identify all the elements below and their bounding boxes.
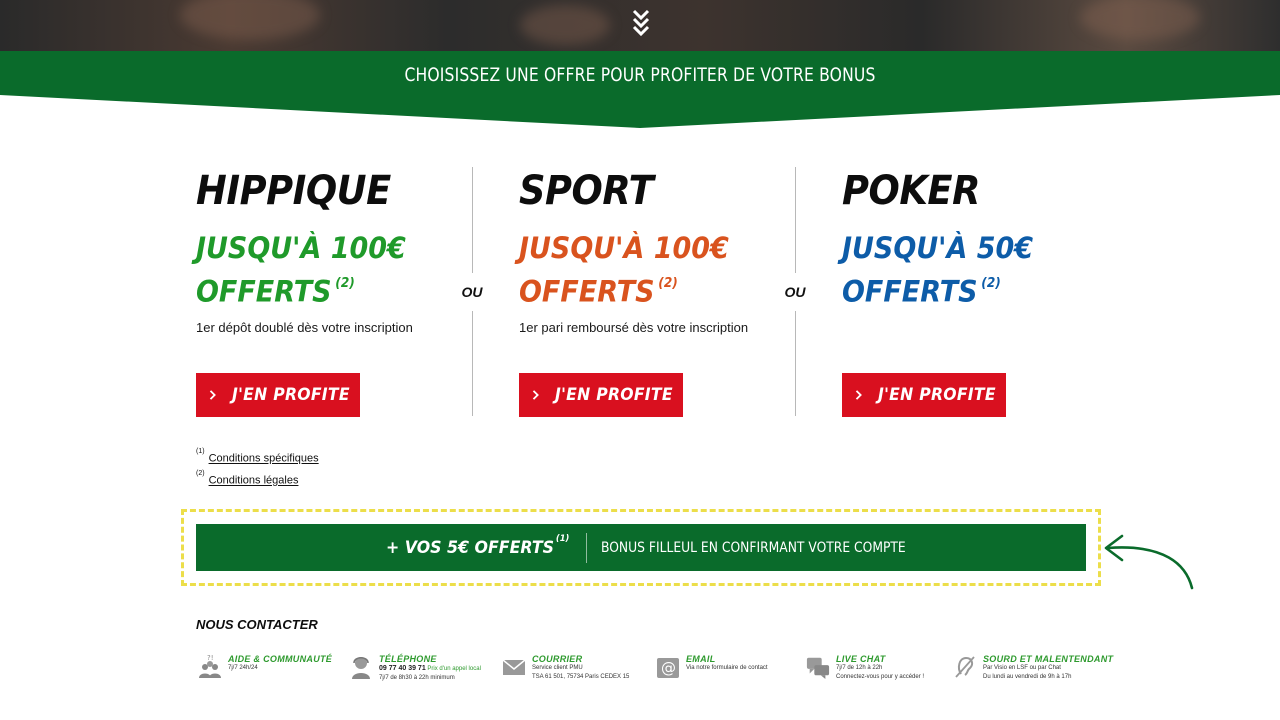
contact-aide-communaute[interactable]: ?! AIDE & COMMUNAUTÉ 7j/7 24h/24 bbox=[198, 654, 332, 680]
offer-hippique: HIPPIQUE JUSQU'À 100€ OFFERTS (2) 1er dép… bbox=[196, 168, 456, 417]
offer-amount: JUSQU'À 50€ OFFERTS (2) bbox=[842, 231, 1034, 309]
chat-bubbles-icon bbox=[806, 657, 830, 679]
offer-amount: JUSQU'À 100€ OFFERTS (2) bbox=[519, 231, 729, 309]
offer-amount: JUSQU'À 100€ OFFERTS (2) bbox=[196, 231, 406, 309]
annotation-arrow-icon bbox=[1104, 534, 1194, 590]
conditions-specifiques-link[interactable]: Conditions spécifiques bbox=[209, 453, 319, 465]
offer-banner bbox=[0, 51, 1280, 128]
offer-divider bbox=[472, 167, 473, 273]
svg-text:?!: ?! bbox=[207, 654, 214, 662]
or-separator: OU bbox=[461, 284, 483, 300]
chevron-right-icon bbox=[855, 390, 862, 400]
contact-courrier[interactable]: COURRIER Service client PMU TSA 61 501, … bbox=[502, 654, 629, 682]
conditions-specifiques: (1)Conditions spécifiques bbox=[196, 448, 319, 465]
svg-text:@: @ bbox=[661, 659, 676, 677]
offer-divider bbox=[795, 311, 796, 416]
hero-image bbox=[0, 0, 1280, 52]
offer-divider bbox=[795, 167, 796, 273]
offer-sport: SPORT JUSQU'À 100€ OFFERTS (2) 1er pari r… bbox=[519, 168, 779, 417]
scroll-down-chevrons-icon[interactable] bbox=[629, 8, 653, 38]
jen-profite-button-poker[interactable]: J'EN PROFITE bbox=[842, 373, 1006, 417]
offer-description: 1er pari remboursé dès votre inscription bbox=[519, 319, 749, 335]
filleul-separator bbox=[586, 532, 587, 563]
contact-telephone[interactable]: TÉLÉPHONE 09 77 40 39 71 Prix d'un appel… bbox=[349, 654, 481, 683]
phone-agent-icon bbox=[352, 656, 370, 679]
or-separator: OU bbox=[784, 284, 806, 300]
jen-profite-button-hippique[interactable]: J'EN PROFITE bbox=[196, 373, 360, 417]
filleul-bonus-button[interactable]: + VOS 5€ OFFERTS (1) BONUS FILLEUL EN CON… bbox=[196, 524, 1086, 571]
offer-name: HIPPIQUE bbox=[196, 168, 391, 214]
chevron-right-icon bbox=[532, 390, 539, 400]
contact-sourd-malentendant[interactable]: SOURD ET MALENTENDANT Par Visio en LSF o… bbox=[953, 654, 1113, 682]
chevron-right-icon bbox=[209, 390, 216, 400]
conditions-legales: (2)Conditions légales bbox=[196, 470, 299, 487]
contact-email[interactable]: @ EMAIL Via notre formulaire de contact bbox=[656, 654, 768, 680]
hearing-impaired-icon bbox=[955, 656, 975, 678]
at-sign-icon: @ bbox=[657, 658, 679, 678]
envelope-icon bbox=[502, 659, 526, 675]
contact-live-chat[interactable]: LIVE CHAT 7j/7 de 12h à 22h Connectez-vo… bbox=[806, 654, 924, 682]
offer-description bbox=[842, 320, 1102, 338]
community-icon: ?! bbox=[199, 654, 221, 678]
offer-poker: POKER JUSQU'À 50€ OFFERTS (2) J'EN PROFIT… bbox=[842, 168, 1102, 417]
offer-name: POKER bbox=[842, 168, 980, 214]
banner-title: CHOISISSEZ UNE OFFRE POUR PROFITER DE VO… bbox=[404, 64, 876, 86]
conditions-legales-link[interactable]: Conditions légales bbox=[209, 475, 299, 487]
offer-divider bbox=[472, 311, 473, 416]
contact-title: NOUS CONTACTER bbox=[196, 617, 318, 632]
offer-description: 1er dépôt doublé dès votre inscription bbox=[196, 319, 413, 335]
offer-name: SPORT bbox=[519, 168, 654, 214]
jen-profite-button-sport[interactable]: J'EN PROFITE bbox=[519, 373, 683, 417]
